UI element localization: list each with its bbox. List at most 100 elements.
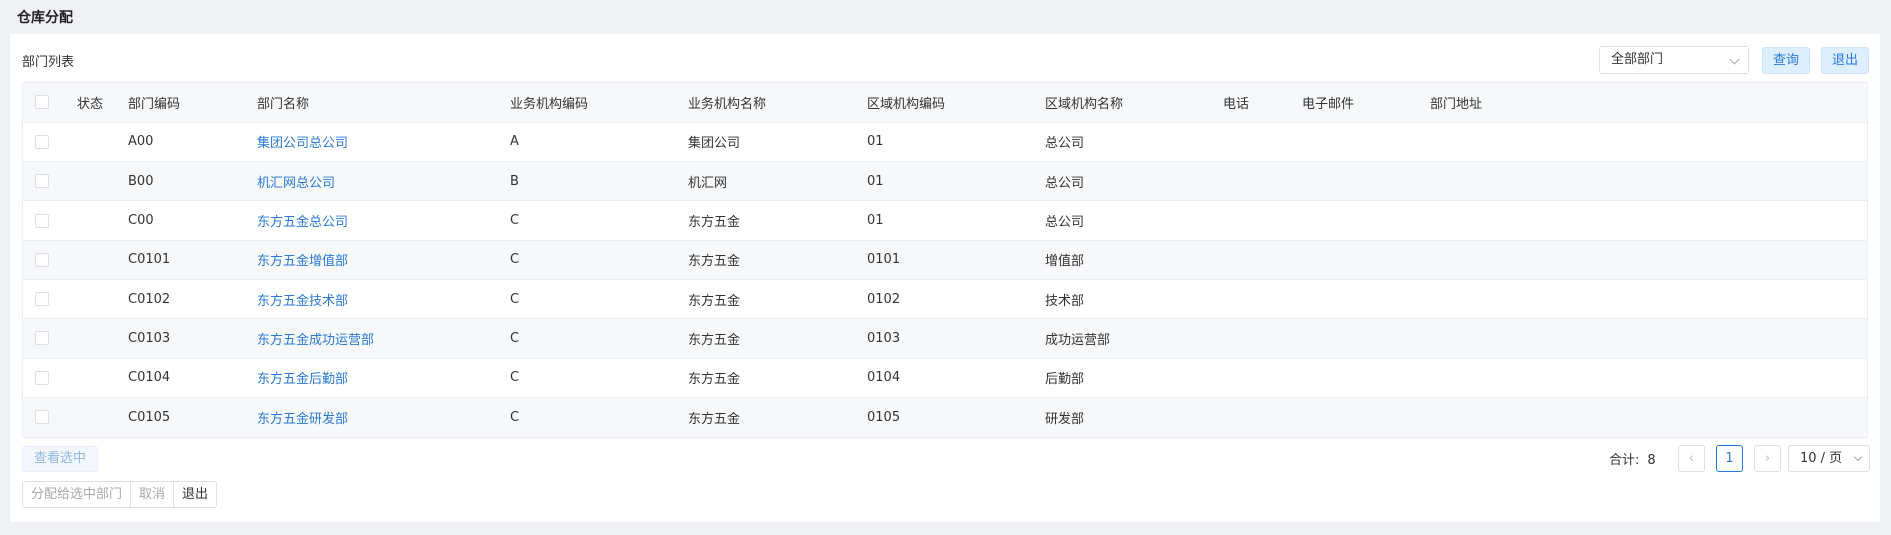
cell-region-code: 01	[867, 173, 884, 189]
chevron-left-icon[interactable]: ‹	[1678, 445, 1705, 472]
table-row: C0104 东方五金后勤部 C 东方五金 0104 后勤部	[23, 358, 1867, 398]
table-row: C0105 东方五金研发部 C 东方五金 0105 研发部	[23, 397, 1867, 437]
row-checkbox[interactable]	[35, 410, 49, 425]
cell-address	[1430, 162, 1867, 201]
row-select-cell	[23, 240, 77, 279]
select-all-checkbox[interactable]	[35, 95, 49, 110]
cell-status	[77, 240, 128, 279]
cell-dept-name[interactable]: 东方五金成功运营部	[257, 319, 510, 358]
department-table: 状态 部门编码 部门名称 业务机构编码 业务机构名称 区域机构编码 区域机构名称…	[22, 82, 1868, 438]
cell-phone	[1223, 240, 1302, 279]
page-title: 仓库分配	[17, 10, 73, 26]
cell-email	[1302, 358, 1430, 397]
row-checkbox[interactable]	[35, 252, 49, 267]
cell-dept-code: C0103	[128, 330, 171, 346]
assign-to-selected-button[interactable]: 分配给选中部门	[23, 482, 132, 507]
cell-dept-name[interactable]: 东方五金研发部	[257, 397, 510, 436]
row-select-cell	[23, 279, 77, 318]
row-checkbox[interactable]	[35, 370, 49, 385]
cell-status	[77, 397, 128, 436]
row-checkbox[interactable]	[35, 174, 49, 189]
action-button-group: 分配给选中部门 取消 退出	[22, 481, 218, 508]
row-checkbox[interactable]	[35, 292, 49, 307]
cell-dept-code: C0102	[128, 291, 171, 307]
cell-biz-name: 集团公司	[688, 136, 741, 152]
department-filter-value: 全部部门	[1611, 52, 1664, 67]
cell-region-code: 0101	[867, 252, 901, 268]
cell-phone	[1223, 358, 1302, 397]
cell-biz-code: C	[510, 409, 520, 425]
row-checkbox[interactable]	[35, 331, 49, 346]
cell-email	[1302, 201, 1430, 240]
cell-region-name: 总公司	[1045, 175, 1085, 191]
cell-dept-code: B00	[128, 173, 154, 189]
cell-dept-name[interactable]: 机汇网总公司	[257, 162, 510, 201]
row-checkbox[interactable]	[35, 134, 49, 149]
column-header-address: 部门地址	[1430, 83, 1867, 123]
row-select-cell	[23, 397, 77, 436]
table-row: B00 机汇网总公司 B 机汇网 01 总公司	[23, 161, 1867, 201]
chevron-right-icon[interactable]: ›	[1754, 445, 1781, 472]
pagination-current-page[interactable]: 1	[1716, 445, 1743, 472]
cell-region-code: 0104	[867, 370, 901, 386]
cell-phone	[1223, 279, 1302, 318]
cell-dept-name[interactable]: 东方五金总公司	[257, 201, 510, 240]
cell-biz-name: 东方五金	[688, 411, 741, 427]
row-select-cell	[23, 201, 77, 240]
cell-phone	[1223, 397, 1302, 436]
cell-email	[1302, 397, 1430, 436]
department-filter-select[interactable]: 全部部门	[1599, 46, 1749, 74]
cell-region-code: 0103	[867, 330, 901, 346]
view-selected-button[interactable]: 查看选中	[22, 446, 98, 472]
page-size-value: 10 / 页	[1800, 451, 1843, 466]
exit-button-bottom[interactable]: 退出	[174, 482, 217, 507]
cell-biz-code: C	[510, 213, 520, 229]
cell-status	[77, 279, 128, 318]
cell-email	[1302, 279, 1430, 318]
cell-dept-name[interactable]: 集团公司总公司	[257, 122, 510, 161]
cell-region-name: 总公司	[1045, 215, 1085, 231]
cell-address	[1430, 319, 1867, 358]
cell-status	[77, 319, 128, 358]
row-select-cell	[23, 162, 77, 201]
cell-dept-name[interactable]: 东方五金增值部	[257, 240, 510, 279]
cell-address	[1430, 240, 1867, 279]
column-header-biz-code: 业务机构编码	[510, 83, 688, 123]
cell-address	[1430, 122, 1867, 161]
cell-status	[77, 122, 128, 161]
cell-biz-code: C	[510, 370, 520, 386]
column-header-biz-name: 业务机构名称	[688, 83, 867, 123]
row-checkbox[interactable]	[35, 213, 49, 228]
cell-status	[77, 358, 128, 397]
column-header-email: 电子邮件	[1302, 83, 1430, 123]
row-select-cell	[23, 319, 77, 358]
cancel-button[interactable]: 取消	[131, 482, 175, 507]
chevron-down-icon	[1853, 452, 1863, 462]
table-row: C00 东方五金总公司 C 东方五金 01 总公司	[23, 201, 1867, 241]
cell-biz-name: 东方五金	[688, 332, 741, 348]
cell-biz-name: 东方五金	[688, 215, 741, 231]
cell-biz-code: C	[510, 291, 520, 307]
cell-biz-name: 东方五金	[688, 372, 741, 388]
cell-dept-code: C0104	[128, 370, 171, 386]
cell-region-code: 01	[867, 213, 884, 229]
exit-button-top[interactable]: 退出	[1821, 47, 1869, 74]
row-select-cell	[23, 358, 77, 397]
select-all-header	[23, 83, 77, 123]
column-header-dept-code: 部门编码	[128, 83, 257, 123]
cell-phone	[1223, 201, 1302, 240]
cell-address	[1430, 201, 1867, 240]
page-size-select[interactable]: 10 / 页	[1788, 445, 1870, 472]
panel-label: 部门列表	[22, 55, 75, 70]
query-button[interactable]: 查询	[1762, 47, 1810, 74]
cell-email	[1302, 319, 1430, 358]
table-header-row: 状态 部门编码 部门名称 业务机构编码 业务机构名称 区域机构编码 区域机构名称…	[23, 83, 1867, 123]
pagination-total: 合计: 8	[1609, 449, 1656, 468]
cell-biz-code: C	[510, 252, 520, 268]
cell-dept-code: C0105	[128, 409, 171, 425]
cell-dept-code: C0101	[128, 252, 171, 268]
cell-dept-name[interactable]: 东方五金技术部	[257, 279, 510, 318]
cell-dept-name[interactable]: 东方五金后勤部	[257, 358, 510, 397]
cell-biz-code: C	[510, 330, 520, 346]
column-header-region-name: 区域机构名称	[1045, 83, 1223, 123]
